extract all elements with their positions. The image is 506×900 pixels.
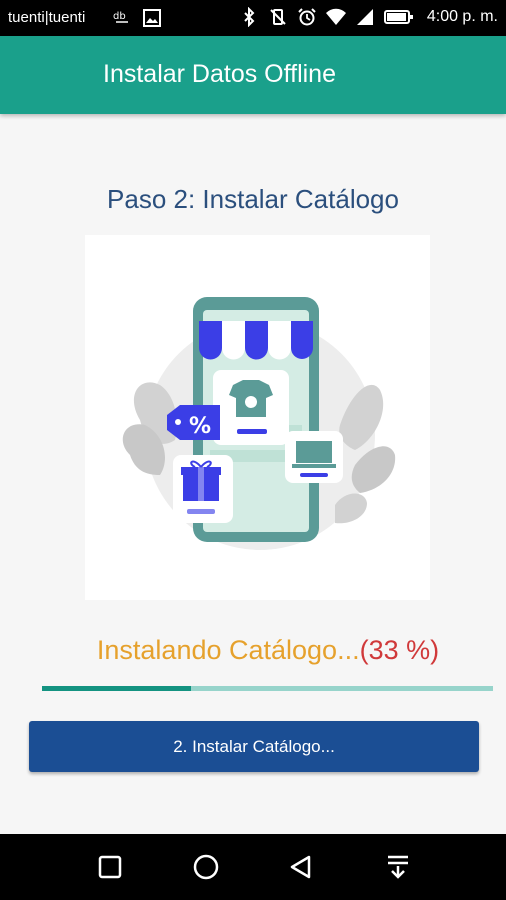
recents-square-icon bbox=[98, 855, 122, 879]
wifi-icon bbox=[325, 8, 346, 26]
progress-bar-fill bbox=[42, 686, 191, 691]
app-title: Instalar Datos Offline bbox=[103, 60, 336, 88]
progress-bar bbox=[42, 686, 493, 691]
vibrate-off-icon bbox=[270, 9, 286, 25]
alarm-icon bbox=[298, 8, 316, 26]
notification-pull-button[interactable] bbox=[381, 850, 415, 884]
progress-label: Instalando Catálogo...(33 %) bbox=[0, 635, 506, 666]
app-bar: Instalar Datos Offline bbox=[0, 36, 506, 114]
install-catalog-button[interactable]: 2. Instalar Catálogo... bbox=[29, 721, 479, 772]
progress-status-text: Instalando Catálogo... bbox=[96, 635, 360, 665]
notification-pull-icon bbox=[388, 855, 408, 879]
step-title: Paso 2: Instalar Catálogo bbox=[107, 184, 399, 214]
carrier-label: tuenti|tuenti bbox=[8, 9, 86, 26]
catalog-illustration: % bbox=[85, 235, 430, 600]
back-button[interactable] bbox=[284, 850, 318, 884]
clock-time: 4:00 p. m. bbox=[426, 8, 498, 25]
svg-text:%: % bbox=[189, 414, 211, 439]
signal-icon bbox=[356, 9, 373, 25]
recents-button[interactable] bbox=[93, 850, 127, 884]
svg-text:db: db bbox=[113, 11, 126, 22]
home-circle-icon bbox=[193, 854, 219, 880]
bluetooth-icon bbox=[244, 7, 255, 27]
home-button[interactable] bbox=[189, 850, 223, 884]
progress-percent-text: (33 %) bbox=[359, 635, 440, 665]
back-triangle-icon bbox=[290, 855, 311, 879]
navigation-bar bbox=[0, 834, 506, 900]
data-icon: db bbox=[113, 11, 128, 23]
status-bar: tuenti|tuenti db 4:00 p. m. bbox=[0, 0, 506, 36]
online-store-illustration: % bbox=[122, 297, 396, 550]
battery-icon bbox=[383, 10, 413, 24]
image-icon bbox=[143, 9, 161, 27]
